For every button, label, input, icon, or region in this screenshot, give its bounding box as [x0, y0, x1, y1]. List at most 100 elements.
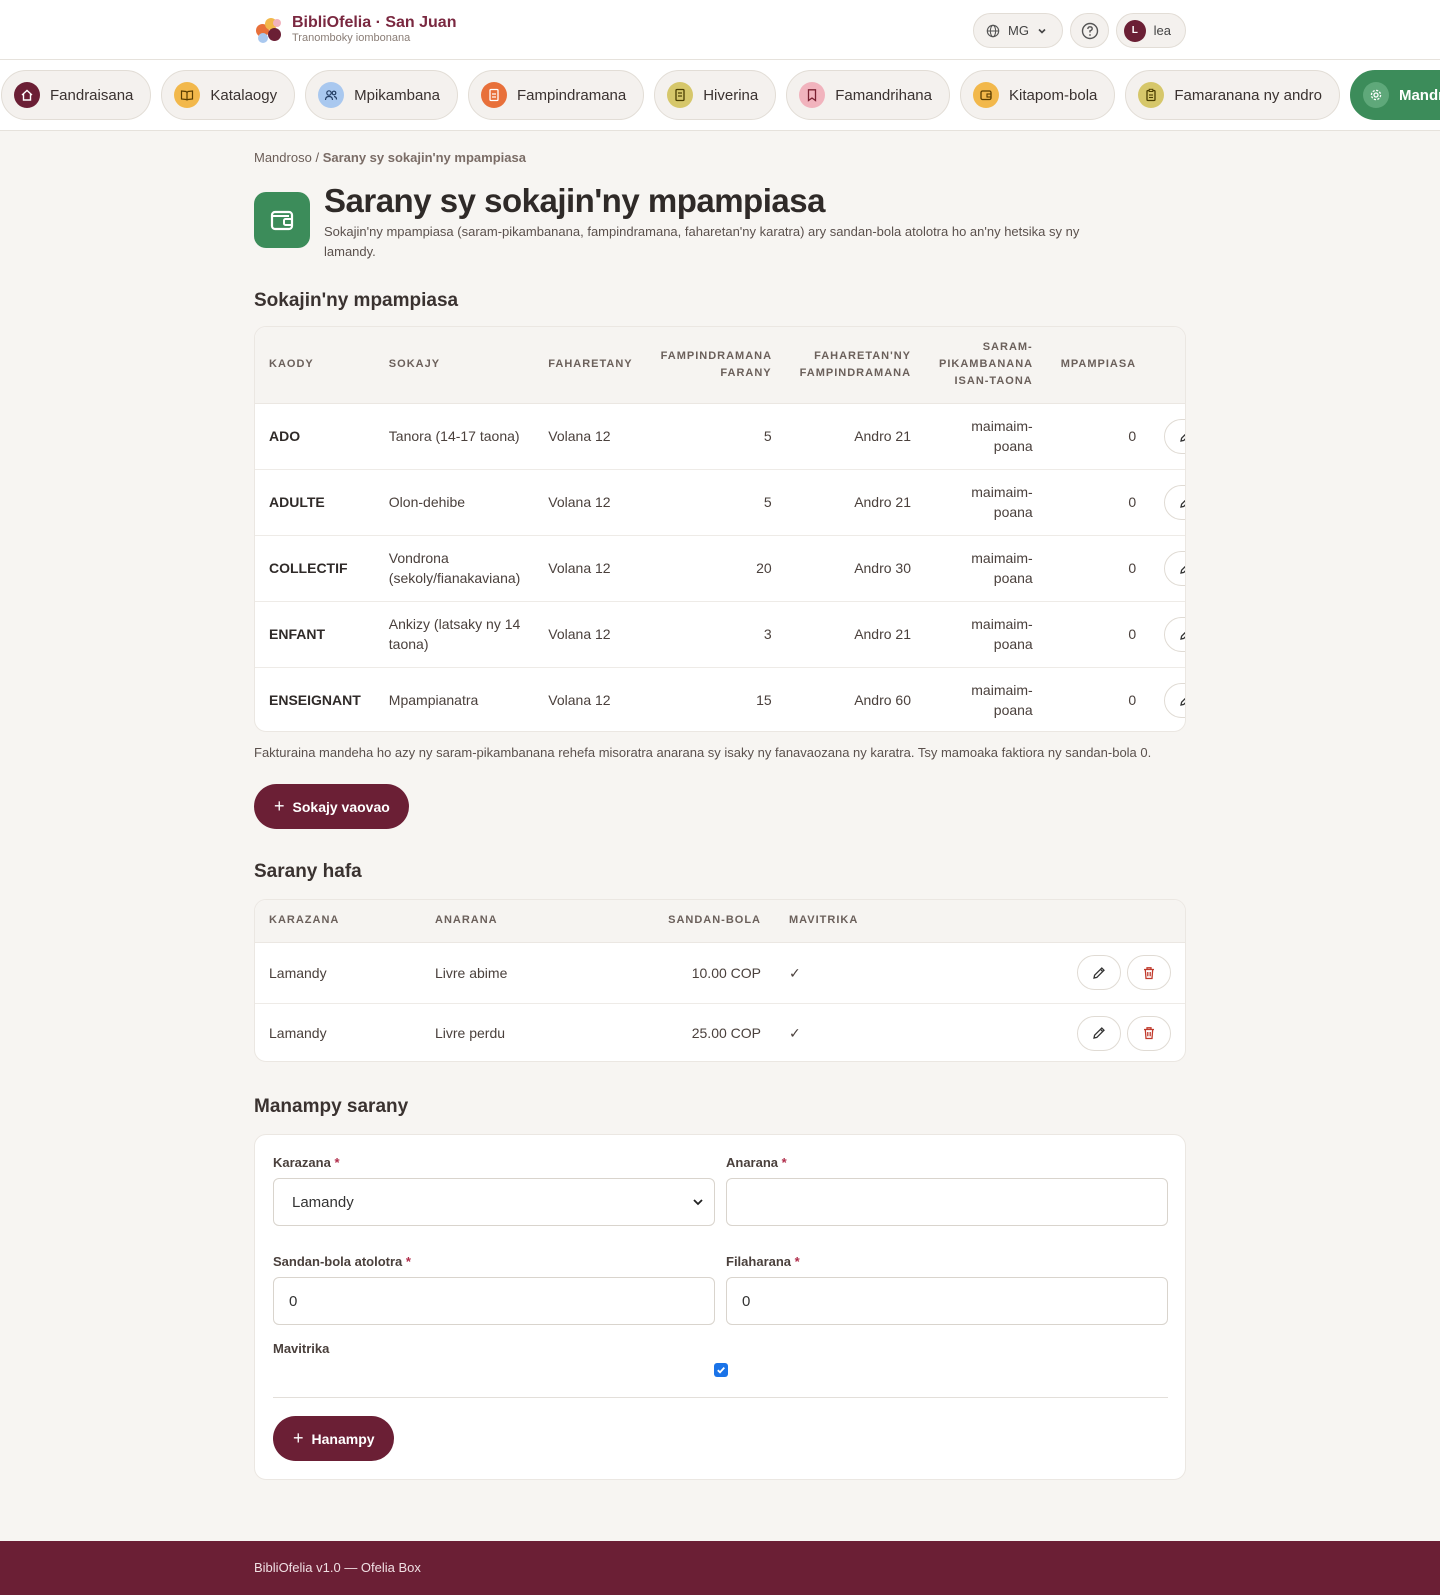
gear-icon [1362, 82, 1389, 108]
category-duration: Volana 12 [548, 692, 611, 709]
col-header[interactable]: ANARANA [421, 900, 617, 943]
col-header-actions [1150, 327, 1185, 404]
required-mark: * [781, 1155, 787, 1170]
loan-icon [481, 82, 507, 108]
check-icon [717, 1366, 725, 1374]
col-header[interactable]: MPAMPIASA [1046, 327, 1151, 404]
category-max-loans: 20 [646, 535, 786, 602]
fee-line: poana [993, 438, 1033, 454]
col-header[interactable]: FAHARETAN'NY FAMPINDRAMANA [785, 327, 926, 404]
brand-logo [254, 15, 284, 45]
amount-input[interactable]: 0 [273, 1277, 715, 1325]
col-header[interactable]: SARAM-PIKAMBANANA ISAN-TAONA [925, 327, 1047, 404]
category-users: 0 [1046, 403, 1151, 470]
table-row: Lamandy Livre perdu 25.00 COP ✓ [255, 1003, 1185, 1061]
fee-type: Lamandy [255, 942, 421, 1004]
category-fee: maimaim-poana [925, 535, 1047, 602]
required-mark: * [405, 1254, 411, 1269]
categories-section-title: Sokajin'ny mpampiasa [254, 290, 459, 311]
plus-icon: + [274, 796, 285, 816]
nav-item-fandraisana[interactable]: Fandraisana [1, 70, 152, 120]
delete-button[interactable] [1127, 955, 1171, 990]
category-loan-duration: Andro 21 [785, 601, 926, 668]
category-users: 0 [1046, 535, 1151, 602]
nav-label: Famandrihana [835, 86, 932, 104]
nav-item-famandrihana[interactable]: Famandrihana [786, 70, 950, 120]
col-header[interactable]: FAMPINDRAMANA FARANY [646, 327, 786, 404]
edit-button[interactable] [1164, 550, 1185, 586]
plus-icon: + [293, 1428, 304, 1448]
category-fee: maimaim-poana [925, 403, 1047, 470]
categories-table: KAODY SOKAJY FAHARETANY FAMPINDRAMANA FA… [255, 327, 1185, 731]
amount-input-value: 0 [289, 1292, 298, 1310]
help-icon [1081, 22, 1098, 39]
table-row: COLLECTIF Vondrona (sekoly/fianakaviana)… [255, 535, 1185, 602]
nav-label: Kitapom-bola [1008, 86, 1098, 104]
nav-item-katalaogy[interactable]: Katalaogy [161, 70, 296, 120]
category-duration: Volana 12 [534, 469, 647, 536]
wallet-icon [972, 82, 999, 108]
submit-add-fee-button[interactable]: + Hanampy [273, 1416, 394, 1461]
add-category-button[interactable]: + Sokajy vaovao [254, 784, 409, 829]
delete-button[interactable] [1127, 1015, 1171, 1051]
required-mark: * [794, 1254, 800, 1269]
add-category-label: Sokajy vaovao [292, 798, 390, 815]
brand[interactable]: BibliOfelia · San Juan Tranomboky iombon… [254, 14, 456, 45]
fee-line: poana [993, 636, 1033, 652]
edit-button[interactable] [1164, 682, 1185, 718]
category-name: Vondrona (sekoly/fianakaviana) [374, 535, 535, 602]
name-input[interactable] [726, 1178, 1168, 1226]
col-header[interactable]: SOKAJY [374, 327, 535, 404]
category-fee: maimaim-poana [925, 667, 1047, 731]
category-fee: maimaim-poana [925, 469, 1047, 536]
nav-item-mpikambana[interactable]: Mpikambana [305, 70, 458, 120]
user-name: lea [1153, 23, 1171, 38]
user-menu[interactable]: L lea [1116, 13, 1186, 48]
category-name: Tanora (14-17 taona) [374, 403, 535, 470]
category-loan-duration: Andro 30 [785, 535, 926, 602]
category-fee: maimaim-poana [925, 601, 1047, 668]
book-icon [174, 82, 201, 108]
categories-note: Fakturaina mandeha ho azy ny saram-pikam… [254, 745, 1152, 760]
type-label-text: Karazana [273, 1155, 331, 1170]
avatar: L [1124, 19, 1146, 42]
col-header[interactable]: KARAZANA [255, 900, 421, 943]
language-label: MG [1008, 23, 1029, 38]
order-input[interactable]: 0 [726, 1277, 1168, 1325]
edit-button[interactable] [1077, 1015, 1122, 1051]
nav-item-mandroso[interactable]: Mandroso [1349, 70, 1440, 120]
col-header[interactable]: KAODY [255, 327, 375, 404]
help-button[interactable] [1070, 13, 1109, 48]
wallet-icon [254, 192, 310, 248]
fee-active-check: ✓ [775, 942, 875, 1004]
nav-item-fampindramana[interactable]: Fampindramana [468, 70, 645, 120]
breadcrumb-separator: / [315, 150, 320, 165]
type-select[interactable]: Lamandy [273, 1178, 715, 1226]
fee-type: Lamandy [269, 1025, 327, 1042]
col-header[interactable]: MAVITRIKA [775, 900, 875, 943]
bookmark-icon [799, 82, 826, 108]
category-max-loans: 5 [646, 403, 786, 470]
col-header[interactable]: FAHARETANY [534, 327, 647, 404]
category-users: 0 [1046, 469, 1151, 536]
edit-button[interactable] [1164, 418, 1185, 454]
nav-label: Famaranana ny andro [1174, 86, 1322, 104]
edit-button[interactable] [1077, 955, 1122, 990]
fee-name: Livre abime [421, 942, 617, 1004]
nav-label: Mandroso [1398, 86, 1440, 104]
category-duration: Volana 12 [534, 403, 647, 470]
trash-icon [1144, 966, 1154, 979]
home-icon [14, 82, 40, 108]
col-header[interactable]: SANDAN-BOLA [617, 900, 775, 943]
nav-item-hiverina[interactable]: Hiverina [654, 70, 777, 120]
edit-button[interactable] [1164, 484, 1185, 520]
active-checkbox[interactable] [714, 1363, 728, 1377]
breadcrumb-parent-link[interactable]: Mandroso [254, 150, 312, 165]
language-selector[interactable]: MG [973, 13, 1063, 48]
nav-item-kitapom-bola[interactable]: Kitapom-bola [959, 70, 1116, 120]
category-loan-duration: Andro 21 [785, 403, 926, 470]
nav-item-famaranana-ny-andro[interactable]: Famaranana ny andro [1125, 70, 1340, 120]
other-fees-card: KARAZANA ANARANA SANDAN-BOLA MAVITRIKA L… [254, 899, 1186, 1062]
edit-button[interactable] [1164, 616, 1185, 652]
order-input-value: 0 [742, 1292, 751, 1310]
